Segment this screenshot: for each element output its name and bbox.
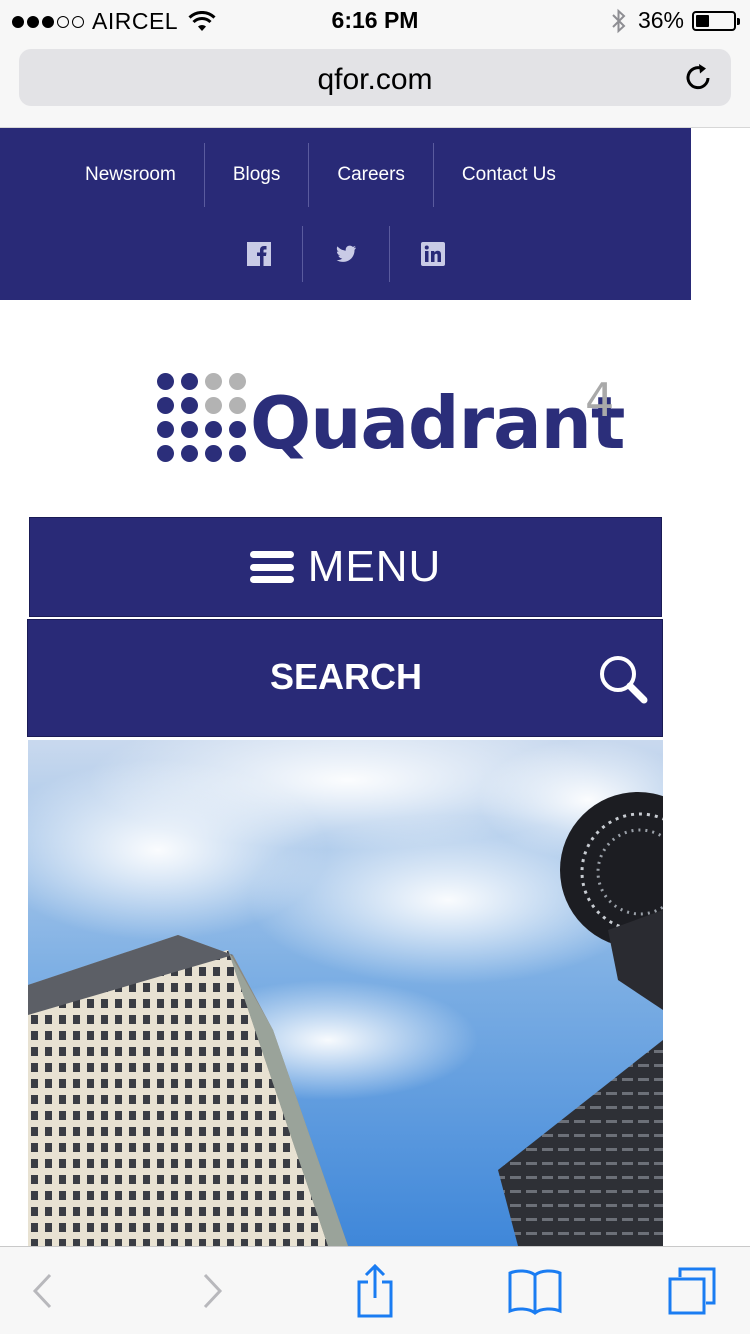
facebook-link[interactable] <box>228 226 290 282</box>
battery-fill <box>696 14 709 27</box>
reload-icon[interactable] <box>683 61 715 93</box>
battery-icon <box>692 10 740 31</box>
bluetooth-icon <box>612 8 626 33</box>
browser-toolbar <box>0 1246 750 1334</box>
search-icon[interactable] <box>596 652 650 706</box>
browser-address-area: qfor.com <box>0 40 750 128</box>
chevron-left-icon[interactable] <box>30 1271 56 1311</box>
book-icon[interactable] <box>507 1267 563 1315</box>
forward-button[interactable] <box>182 1261 242 1321</box>
hero-image <box>28 740 663 1246</box>
search-bar[interactable]: SEARCH <box>27 619 663 737</box>
menu-label: MENU <box>307 542 442 591</box>
status-right: 36% <box>610 7 740 34</box>
social-links <box>228 226 464 282</box>
facebook-icon[interactable] <box>247 242 271 266</box>
top-links: Newsroom Blogs Careers Contact Us <box>57 143 584 207</box>
share-button[interactable] <box>345 1261 405 1321</box>
logo-dots <box>157 373 246 462</box>
top-nav: Newsroom Blogs Careers Contact Us <box>0 128 691 300</box>
nav-link-contact-us[interactable]: Contact Us <box>434 143 584 207</box>
linkedin-icon[interactable] <box>421 242 445 266</box>
logo-text: Quadrant <box>250 381 625 465</box>
tabs-icon[interactable] <box>666 1265 718 1317</box>
hero-skyline-illustration <box>28 740 663 1246</box>
social-divider <box>389 226 390 282</box>
twitter-icon[interactable] <box>334 242 358 266</box>
quadrant4-logo[interactable]: Quadrant 4 <box>157 373 637 468</box>
search-label: SEARCH <box>269 656 422 697</box>
nav-link-newsroom[interactable]: Newsroom <box>57 143 205 207</box>
chevron-right-icon[interactable] <box>199 1271 225 1311</box>
url-text[interactable]: qfor.com <box>19 63 731 97</box>
status-bar: AIRCEL 6:16 PM 36% <box>0 0 750 40</box>
hamburger-icon <box>249 551 294 583</box>
back-button[interactable] <box>13 1261 73 1321</box>
address-bar[interactable]: qfor.com <box>19 49 731 106</box>
tabs-button[interactable] <box>662 1261 722 1321</box>
nav-link-careers[interactable]: Careers <box>309 143 434 207</box>
nav-link-blogs[interactable]: Blogs <box>205 143 310 207</box>
twitter-link[interactable] <box>315 226 377 282</box>
menu-button[interactable]: MENU <box>29 517 662 617</box>
linkedin-link[interactable] <box>402 226 464 282</box>
bookmarks-button[interactable] <box>505 1261 565 1321</box>
social-divider <box>302 226 303 282</box>
share-icon[interactable] <box>355 1264 395 1318</box>
logo-superscript: 4 <box>585 373 615 427</box>
battery-percent: 36% <box>637 7 684 33</box>
